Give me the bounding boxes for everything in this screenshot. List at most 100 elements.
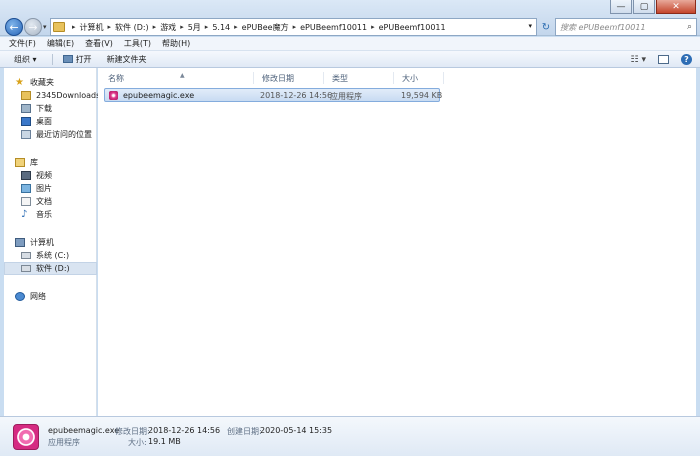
- maximize-button[interactable]: ▢: [633, 0, 655, 14]
- search-input[interactable]: 搜索 ePUBeemf10011 ⌕: [555, 18, 697, 36]
- refresh-icon[interactable]: ↻: [539, 18, 553, 36]
- sort-ascending-icon: ▲: [180, 72, 185, 79]
- folder-icon: [21, 91, 31, 100]
- menu-tools[interactable]: 工具(T): [124, 38, 151, 49]
- column-name-label: 名称: [108, 73, 124, 83]
- library-icon: [15, 158, 25, 167]
- sidebar-item-pictures[interactable]: 图片: [4, 182, 97, 195]
- desktop-icon: [21, 117, 31, 126]
- sidebar-label: 2345Downloads: [36, 91, 101, 100]
- sidebar-label: 下载: [36, 104, 52, 113]
- picture-library-icon: [21, 184, 31, 193]
- sidebar-item-downloads[interactable]: 下载: [4, 102, 97, 115]
- file-type: 应用程序: [330, 92, 362, 101]
- sidebar-label: 音乐: [36, 210, 52, 219]
- file-list: 名称 ▲ 修改日期 类型 大小 epubeemagic.exe 2018-12-…: [98, 68, 696, 416]
- menu-file[interactable]: 文件(F): [9, 38, 36, 49]
- column-header-name[interactable]: 名称 ▲: [100, 72, 254, 84]
- recent-pages-dropdown[interactable]: ▾: [43, 23, 47, 31]
- sidebar-item-computer[interactable]: 计算机: [4, 236, 97, 249]
- change-view-icon[interactable]: ☷ ▾: [631, 55, 646, 65]
- breadcrumb-drive-d[interactable]: 软件 (D:): [115, 22, 149, 33]
- sidebar-item-desktop[interactable]: 桌面: [4, 115, 97, 128]
- breadcrumb-epubee-mofang[interactable]: ePUBee魔方: [242, 22, 289, 33]
- forward-button[interactable]: →: [24, 18, 42, 36]
- column-header-type[interactable]: 类型: [324, 72, 394, 84]
- sidebar-item-recent-places[interactable]: 最近访问的位置: [4, 128, 97, 141]
- preview-pane-icon[interactable]: [658, 55, 669, 64]
- open-icon: [62, 55, 73, 63]
- sidebar-label: 库: [30, 158, 38, 167]
- chevron-right-icon[interactable]: ▸: [153, 23, 157, 31]
- sidebar-label: 软件 (D:): [36, 264, 70, 273]
- window-controls: — ▢ ✕: [610, 0, 696, 14]
- breadcrumb-games[interactable]: 游戏: [160, 22, 176, 33]
- sidebar-label: 文档: [36, 197, 52, 206]
- breadcrumb-computer[interactable]: 计算机: [80, 22, 104, 33]
- sidebar-label: 系统 (C:): [36, 251, 70, 260]
- menu-view[interactable]: 查看(V): [85, 38, 113, 49]
- breadcrumb-5-14[interactable]: 5.14: [212, 23, 230, 32]
- sidebar-label: 桌面: [36, 117, 52, 126]
- breadcrumb-epubeemf10011[interactable]: ePUBeemf10011: [300, 23, 367, 32]
- sidebar-label: 图片: [36, 184, 52, 193]
- sidebar-item-videos[interactable]: 视频: [4, 169, 97, 182]
- details-pane: epubeemagic.exe 应用程序 修改日期: 2018-12-26 14…: [0, 416, 700, 456]
- open-label: 打开: [75, 54, 92, 64]
- details-filetype: 应用程序: [48, 438, 80, 447]
- sidebar-item-music[interactable]: ♪ 音乐: [4, 208, 97, 221]
- menu-help[interactable]: 帮助(H): [162, 38, 190, 49]
- application-icon: [13, 424, 39, 450]
- close-button[interactable]: ✕: [656, 0, 696, 14]
- sidebar-item-documents[interactable]: 文档: [4, 195, 97, 208]
- toolbar-divider: [51, 53, 53, 65]
- sidebar-label: 网络: [30, 292, 46, 301]
- breadcrumb-epubeemf10011-current[interactable]: ePUBeemf10011: [379, 23, 446, 32]
- column-header-modified[interactable]: 修改日期: [254, 72, 324, 84]
- navigation-pane: ★ 收藏夹 2345Downloads 下载 桌面 最近访问的位置 库 视频 图…: [4, 68, 101, 416]
- column-header-size[interactable]: 大小: [394, 72, 444, 84]
- sidebar-label: 最近访问的位置: [36, 130, 92, 139]
- organize-button[interactable]: 组织 ▾: [14, 54, 37, 65]
- download-folder-icon: [21, 104, 31, 113]
- file-row-selected[interactable]: epubeemagic.exe 2018-12-26 14:56 应用程序 19…: [104, 88, 443, 102]
- breadcrumb-may[interactable]: 5月: [188, 22, 201, 33]
- chevron-right-icon[interactable]: ▸: [108, 23, 112, 31]
- minimize-button[interactable]: —: [610, 0, 632, 14]
- application-icon: [109, 91, 118, 100]
- folder-icon: [53, 22, 65, 32]
- file-size: 19,594 KB: [401, 91, 443, 100]
- menu-edit[interactable]: 编辑(E): [47, 38, 74, 49]
- chevron-right-icon[interactable]: ▸: [72, 23, 76, 31]
- sidebar-item-network[interactable]: 网络: [4, 290, 97, 303]
- drive-icon: [21, 265, 31, 272]
- address-bar[interactable]: ▸ 计算机 ▸ 软件 (D:) ▸ 游戏 ▸ 5月 ▸ 5.14 ▸ ePUBe…: [50, 18, 537, 36]
- sidebar-label: 收藏夹: [30, 78, 54, 87]
- sidebar-item-drive-c[interactable]: 系统 (C:): [4, 249, 97, 262]
- new-folder-button[interactable]: 新建文件夹: [107, 54, 147, 65]
- details-size-label: 大小:: [128, 438, 147, 447]
- sidebar-item-favorites[interactable]: ★ 收藏夹: [4, 76, 97, 89]
- sidebar-label: 视频: [36, 171, 52, 180]
- chevron-right-icon[interactable]: ▸: [205, 23, 209, 31]
- menu-bar: 文件(F) 编辑(E) 查看(V) 工具(T) 帮助(H): [0, 37, 700, 51]
- search-icon[interactable]: ⌕: [687, 22, 692, 32]
- chevron-right-icon[interactable]: ▸: [371, 23, 375, 31]
- chevron-right-icon[interactable]: ▸: [234, 23, 238, 31]
- file-name: epubeemagic.exe: [123, 91, 195, 100]
- command-bar: 组织 ▾ 打开 新建文件夹 ☷ ▾ ?: [0, 51, 700, 68]
- back-button[interactable]: ←: [5, 18, 23, 36]
- open-button[interactable]: 打开: [62, 54, 92, 65]
- document-library-icon: [21, 197, 31, 206]
- title-bar: — ▢ ✕ ← → ▾ ▸ 计算机 ▸ 软件 (D:) ▸ 游戏 ▸ 5月 ▸ …: [0, 0, 700, 36]
- address-dropdown-icon[interactable]: ▾: [528, 22, 532, 30]
- sidebar-item-libraries[interactable]: 库: [4, 156, 97, 169]
- sidebar-item-drive-d[interactable]: 软件 (D:): [4, 262, 97, 275]
- help-icon[interactable]: ?: [681, 54, 692, 65]
- chevron-right-icon[interactable]: ▸: [293, 23, 297, 31]
- video-library-icon: [21, 171, 31, 180]
- sidebar-item-2345downloads[interactable]: 2345Downloads: [4, 89, 101, 102]
- details-modified-value: 2018-12-26 14:56: [148, 426, 221, 435]
- chevron-right-icon[interactable]: ▸: [180, 23, 184, 31]
- network-icon: [15, 292, 25, 301]
